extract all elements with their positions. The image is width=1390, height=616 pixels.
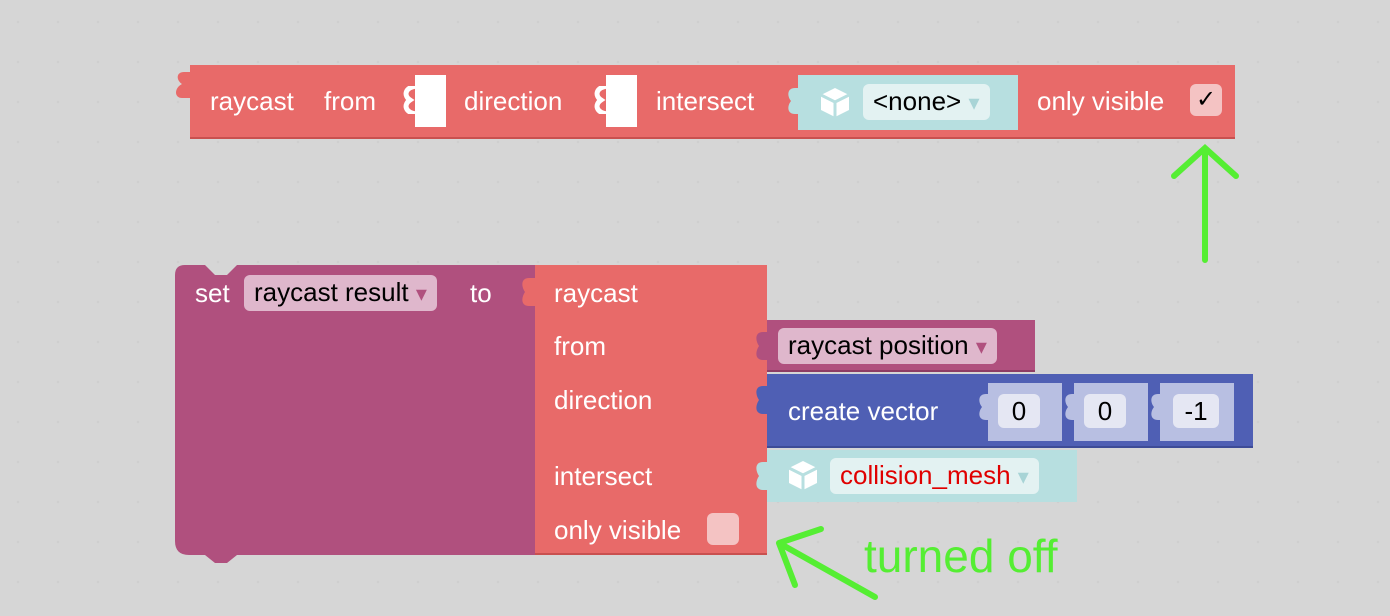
intersect-label: intersect xyxy=(554,461,653,491)
mesh-output-tab xyxy=(756,462,769,490)
direction-input-socket[interactable] xyxy=(606,75,637,127)
to-label: to xyxy=(470,278,492,308)
dropdown-arrow-icon: ▾ xyxy=(968,90,980,115)
dropdown-arrow-icon: ▾ xyxy=(1017,464,1029,489)
vector-z-input[interactable]: -1 xyxy=(1173,394,1219,428)
mesh-socket-tab xyxy=(788,88,801,114)
direction-label: direction xyxy=(464,86,563,116)
raycast-label: raycast xyxy=(554,278,638,308)
create-vector-label: create vector xyxy=(788,396,939,426)
turned-off-annotation: turned off xyxy=(864,530,1058,582)
only-visible-checkbox[interactable]: ✓ xyxy=(1190,84,1222,116)
raycast-position-value: raycast position xyxy=(788,330,969,360)
z-slot-tab xyxy=(1151,394,1162,420)
collision-mesh-dropdown[interactable]: collision_mesh ▾ xyxy=(830,458,1039,494)
from-label: from xyxy=(324,86,376,116)
dropdown-arrow-icon: ▾ xyxy=(415,281,427,306)
mesh-dropdown-value: <none> xyxy=(873,86,962,116)
block-output-tab xyxy=(176,72,192,98)
y-slot-tab xyxy=(1065,394,1076,420)
direction-label: direction xyxy=(554,385,653,415)
collision-mesh-value: collision_mesh xyxy=(840,460,1011,490)
dropdown-arrow-icon: ▾ xyxy=(975,334,987,359)
nested-raycast-output-tab xyxy=(522,278,537,306)
vector-y-input[interactable]: 0 xyxy=(1084,394,1126,428)
variable-dropdown-value: raycast result xyxy=(254,277,409,307)
x-slot-tab xyxy=(979,394,990,420)
from-label: from xyxy=(554,331,606,361)
vector-x-input[interactable]: 0 xyxy=(998,394,1040,428)
cube-icon xyxy=(820,88,850,117)
only-visible-label: only visible xyxy=(554,515,682,545)
direction-socket-notch xyxy=(594,86,608,114)
from-input-socket[interactable] xyxy=(415,75,446,127)
from-socket-notch xyxy=(403,86,417,114)
variable-output-tab xyxy=(756,332,769,360)
raycast-label: raycast xyxy=(210,86,294,116)
annotation-arrow-up xyxy=(1171,143,1239,263)
cube-icon xyxy=(788,461,818,490)
checkmark-icon: ✓ xyxy=(1195,86,1217,113)
mesh-dropdown[interactable]: <none> ▾ xyxy=(863,84,990,120)
only-visible-label: only visible xyxy=(1037,86,1165,116)
set-label: set xyxy=(195,278,230,308)
raycast-position-dropdown[interactable]: raycast position ▾ xyxy=(778,328,997,364)
vector-output-tab xyxy=(756,386,769,414)
variable-dropdown[interactable]: raycast result ▾ xyxy=(244,275,437,311)
intersect-label: intersect xyxy=(656,86,755,116)
only-visible-checkbox[interactable] xyxy=(707,513,739,545)
